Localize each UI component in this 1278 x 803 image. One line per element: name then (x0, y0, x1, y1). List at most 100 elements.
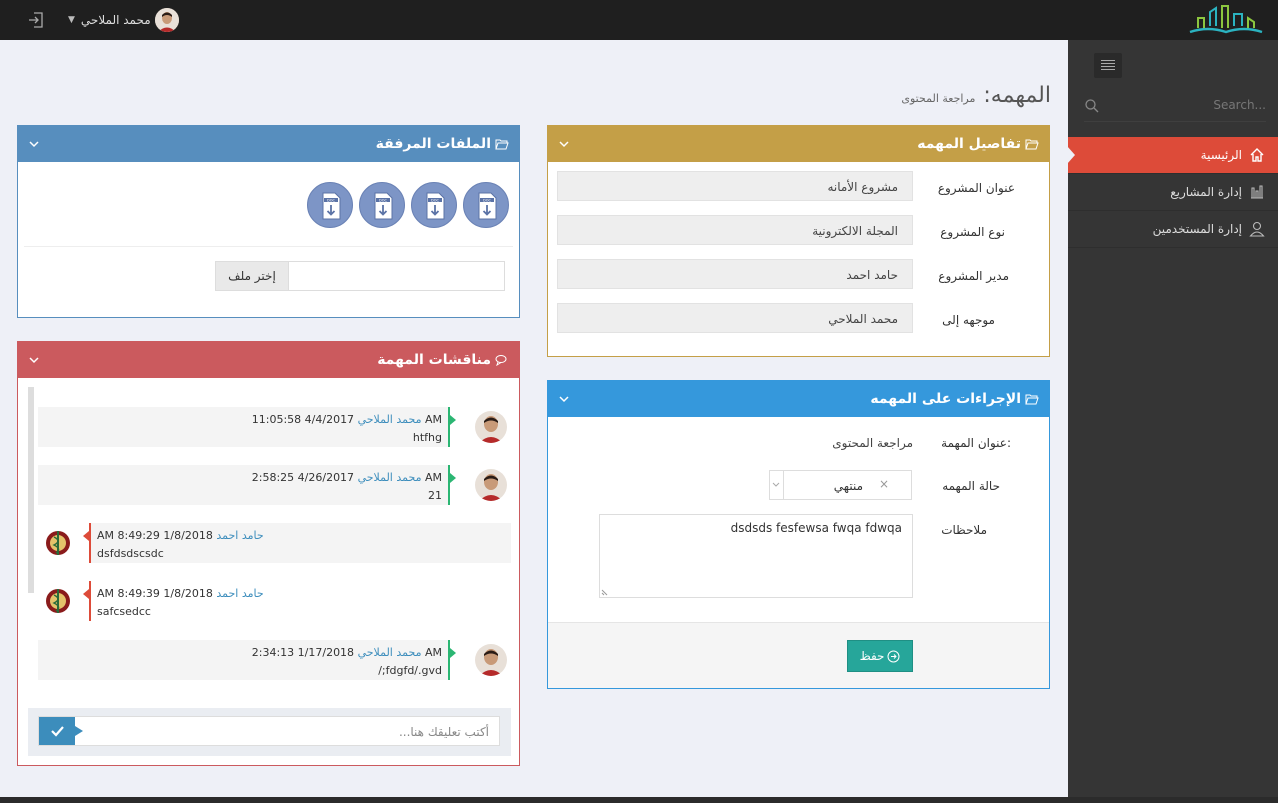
discussion-title: مناقشات المهمة (377, 352, 491, 368)
page-title-text: المهمه: (983, 83, 1051, 108)
task-actions-title: الإجراءات على المهمه (870, 391, 1021, 407)
sidebar-item-label: إدارة المستخدمين (1152, 222, 1242, 236)
chat-message: محمد الملاحي 4/4/2017 11:05:58 AM htfhg (38, 407, 456, 447)
sidebar-item-label: الرئيسية (1200, 148, 1242, 162)
chat-author[interactable]: محمد الملاحي (358, 471, 422, 484)
task-status-label: حالة المهمه (942, 479, 1000, 493)
doc-file-download-button[interactable]: DOC (463, 182, 509, 228)
attachments-header: الملفات المرفقة (18, 126, 519, 162)
chat-author[interactable]: محمد الملاحي (358, 413, 422, 426)
task-details-header: تفاصيل المهمه (548, 126, 1049, 162)
user-icon (1249, 221, 1265, 237)
send-comment-button[interactable] (39, 717, 83, 745)
assigned-to-field: محمد الملاحي (557, 303, 913, 333)
chat-author[interactable]: حامد احمد (216, 587, 263, 600)
discussion-panel: مناقشات المهمة محمد الملاحي 4/4/2017 11:… (17, 341, 520, 766)
page-subtitle: مراجعة المحتوى (901, 92, 976, 105)
doc-file-icon: DOC (478, 192, 497, 220)
chat-body: /;fdgfd/.gvd (378, 664, 442, 677)
doc-label: DOC (431, 199, 439, 203)
chat-message-meta: محمد الملاحي 4/26/2017 2:58:25 AM (252, 471, 442, 484)
comment-input[interactable]: أكتب تعليقك هنا... (38, 716, 500, 746)
task-status-select[interactable]: منتهي × (769, 470, 912, 500)
doc-label: DOC (379, 199, 387, 203)
arrow-circle-icon (887, 650, 900, 662)
bar-chart-icon (1251, 185, 1263, 199)
chat-time: 1/8/2018 8:49:29 AM (97, 529, 213, 542)
task-status-value: منتهي (833, 479, 863, 493)
chat-body: htfhg (412, 431, 442, 444)
chat-author[interactable]: محمد الملاحي (358, 646, 422, 659)
user-name: محمد الملاحي (80, 13, 151, 27)
doc-label: DOC (327, 199, 335, 203)
resize-handle-icon[interactable] (601, 587, 610, 596)
app-logo[interactable] (1188, 4, 1266, 36)
doc-file-icon: DOC (426, 192, 445, 220)
comment-placeholder: أكتب تعليقك هنا... (398, 725, 489, 739)
chevron-down-icon[interactable] (558, 138, 570, 150)
sidebar-search-input[interactable]: Search... (1084, 90, 1266, 122)
chat-message: حامد احمد 1/8/2018 8:49:39 AM safcsedcc (83, 581, 511, 621)
search-icon[interactable] (1084, 98, 1100, 114)
user-menu[interactable]: ▼ محمد الملاحي (68, 7, 179, 33)
discussion-header: مناقشات المهمة (18, 342, 519, 378)
chat-message: محمد الملاحي 4/26/2017 2:58:25 AM 21 (38, 465, 456, 505)
check-icon (51, 726, 64, 737)
sidebar-item-label: إدارة المشاريع (1170, 185, 1242, 199)
attachments-panel: الملفات المرفقة DOC DOC DOC DOC إختر ملف (17, 125, 520, 318)
top-navbar: ▼ محمد الملاحي (0, 0, 1278, 40)
folder-open-icon (1025, 394, 1039, 405)
task-actions-header: الإجراءات على المهمه (548, 381, 1049, 417)
doc-file-icon: DOC (322, 192, 341, 220)
divider (24, 246, 513, 247)
choose-file-button[interactable]: إختر ملف (216, 262, 289, 290)
task-title-label: عنوان المهمة: (941, 436, 1011, 450)
avatar (475, 411, 507, 443)
avatar (475, 644, 507, 676)
chevron-down-icon[interactable] (770, 471, 784, 499)
doc-file-download-button[interactable]: DOC (359, 182, 405, 228)
project-manager-label: مدير المشروع (938, 269, 1009, 283)
file-upload-input[interactable]: إختر ملف (215, 261, 505, 291)
chevron-down-icon[interactable] (558, 393, 570, 405)
project-title-field: مشروع الأمانه (557, 171, 913, 201)
attachments-title: الملفات المرفقة (375, 136, 491, 152)
task-actions-footer: حفظ (548, 622, 1049, 688)
chat-message-meta: محمد الملاحي 1/17/2018 2:34:13 AM (252, 646, 442, 659)
folder-open-icon (495, 139, 509, 150)
sidebar-item-projects[interactable]: إدارة المشاريع (1068, 174, 1278, 211)
avatar (475, 469, 507, 501)
project-type-label: نوع المشروع (940, 225, 1005, 239)
task-details-panel: تفاصيل المهمه عنوان المشروع مشروع الأمان… (547, 125, 1050, 357)
doc-file-download-button[interactable]: DOC (411, 182, 457, 228)
logout-icon[interactable] (27, 11, 45, 29)
doc-file-download-button[interactable]: DOC (307, 182, 353, 228)
save-label: حفظ (859, 649, 885, 663)
main-content: المهمه: مراجعة المحتوى تفاصيل المهمه عنو… (0, 40, 1068, 797)
sidebar-item-home[interactable]: الرئيسية (1067, 137, 1278, 174)
folder-open-icon (1025, 139, 1039, 150)
chat-scrollbar[interactable] (28, 387, 34, 593)
page-title: المهمه: مراجعة المحتوى (901, 83, 1051, 108)
chat-body: 21 (428, 489, 442, 502)
avatar (42, 585, 74, 617)
chat-body: dsfdsdscsdc (97, 547, 164, 560)
notes-textarea[interactable]: dsdsds fesfewsa fwqa fdwqa (599, 514, 913, 598)
chevron-down-icon[interactable] (28, 354, 40, 366)
notes-label: ملاحظات (941, 523, 987, 537)
chat-author[interactable]: حامد احمد (216, 529, 263, 542)
clear-icon[interactable]: × (879, 477, 889, 491)
assigned-to-label: موجهه إلى (942, 313, 995, 327)
notes-text: dsdsds fesfewsa fwqa fdwqa (730, 521, 902, 535)
comments-icon (495, 355, 507, 366)
project-manager-field: حامد احمد (557, 259, 913, 289)
menu-toggle-button[interactable] (1094, 53, 1122, 78)
avatar (154, 8, 179, 32)
chevron-down-icon[interactable] (28, 138, 40, 150)
chat-list[interactable]: محمد الملاحي 4/4/2017 11:05:58 AM htfhg … (28, 387, 511, 707)
chat-time: 1/8/2018 8:49:39 AM (97, 587, 213, 600)
save-button[interactable]: حفظ (847, 640, 913, 672)
sidebar-item-users[interactable]: إدارة المستخدمين (1068, 211, 1278, 248)
chat-message: حامد احمد 1/8/2018 8:49:29 AM dsfdsdscsd… (83, 523, 511, 563)
footer-bar (0, 797, 1278, 803)
